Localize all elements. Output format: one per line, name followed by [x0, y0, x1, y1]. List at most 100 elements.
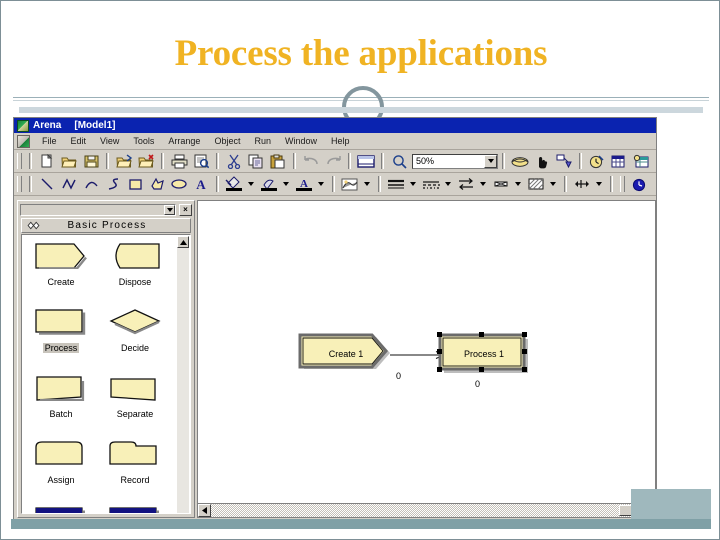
scissors-icon[interactable]: [224, 152, 244, 171]
create-module-shape: [35, 243, 87, 270]
batch-module-shape: [35, 375, 87, 402]
selection-handle[interactable]: [479, 332, 484, 337]
arc-icon[interactable]: [81, 175, 101, 194]
canvas-horizontal-scrollbar[interactable]: [198, 503, 655, 517]
selection-handle[interactable]: [437, 367, 442, 372]
text-align-dropdown[interactable]: [593, 175, 604, 194]
open-folder-icon[interactable]: [59, 152, 79, 171]
line-icon[interactable]: [37, 175, 57, 194]
module-queue[interactable]: Queue: [96, 503, 174, 513]
svg-text:A: A: [196, 177, 206, 191]
menu-item-run[interactable]: Run: [247, 135, 278, 147]
module-panel-scrollbar[interactable]: [177, 236, 189, 513]
scroll-track[interactable]: [177, 248, 189, 513]
line-style-icon[interactable]: [421, 175, 441, 194]
menu-item-arrange[interactable]: Arrange: [161, 135, 207, 147]
animate-connector-icon[interactable]: [554, 152, 574, 171]
arrow-style-icon[interactable]: [456, 175, 476, 194]
module-assign[interactable]: Assign: [22, 437, 100, 505]
reports-icon[interactable]: [631, 152, 651, 171]
text-align-icon[interactable]: [572, 175, 592, 194]
scroll-track[interactable]: [211, 504, 655, 517]
module-decide[interactable]: Decide: [96, 305, 174, 373]
menu-item-help[interactable]: Help: [324, 135, 357, 147]
new-file-icon[interactable]: [37, 152, 57, 171]
chevron-down-icon[interactable]: [164, 204, 175, 215]
box-icon[interactable]: [125, 175, 145, 194]
undo-arrow-icon[interactable]: [301, 152, 321, 171]
module-process[interactable]: Process: [22, 305, 100, 373]
clock-icon[interactable]: [629, 175, 649, 194]
scroll-left-icon[interactable]: [198, 504, 211, 517]
panel-header-basic-process[interactable]: Basic Process: [21, 218, 191, 233]
detach-template-icon[interactable]: [136, 152, 156, 171]
line-ends-icon[interactable]: [491, 175, 511, 194]
line-width-icon[interactable]: [386, 175, 406, 194]
toolbar-grip[interactable]: [620, 176, 625, 192]
menu-item-file[interactable]: File: [35, 135, 64, 147]
close-icon[interactable]: ×: [179, 203, 192, 216]
printer-icon[interactable]: [169, 152, 189, 171]
line-width-dropdown[interactable]: [407, 175, 418, 194]
chevron-down-icon[interactable]: [484, 154, 497, 168]
line-color-icon[interactable]: [259, 175, 279, 194]
text-color-icon[interactable]: A: [294, 175, 314, 194]
scroll-up-icon[interactable]: [177, 236, 189, 248]
module-separate[interactable]: Separate: [96, 371, 174, 439]
arrow-style-dropdown[interactable]: [477, 175, 488, 194]
selection-handle[interactable]: [479, 367, 484, 372]
polygon-icon[interactable]: [147, 175, 167, 194]
curve-icon[interactable]: [103, 175, 123, 194]
fill-color-dropdown[interactable]: [245, 175, 256, 194]
hand-pointer-icon[interactable]: [532, 152, 552, 171]
menu-item-object[interactable]: Object: [207, 135, 247, 147]
toolbar-grip[interactable]: [17, 153, 22, 169]
magnifier-icon: [389, 152, 409, 171]
fill-color-icon[interactable]: [224, 175, 244, 194]
copy-icon[interactable]: [246, 152, 266, 171]
text-color-dropdown[interactable]: [315, 175, 326, 194]
selection-handle[interactable]: [437, 349, 442, 354]
project-bar-combo[interactable]: [20, 203, 176, 216]
line-color-dropdown[interactable]: [280, 175, 291, 194]
model-canvas[interactable]: Create 1 0 Process 1 0: [198, 201, 655, 501]
toolbar-grip[interactable]: [17, 176, 22, 192]
run-clock-icon[interactable]: [587, 152, 607, 171]
paste-icon[interactable]: [268, 152, 288, 171]
menu-item-window[interactable]: Window: [278, 135, 324, 147]
pattern-fill-icon[interactable]: [340, 175, 360, 194]
menu-item-tools[interactable]: Tools: [126, 135, 161, 147]
menu-item-view[interactable]: View: [93, 135, 126, 147]
submodel-icon[interactable]: [510, 152, 530, 171]
text-a-icon[interactable]: A: [191, 175, 211, 194]
open-template-icon[interactable]: [114, 152, 134, 171]
menu-item-edit[interactable]: Edit: [64, 135, 94, 147]
selection-handle[interactable]: [522, 349, 527, 354]
create-counter: 0: [396, 371, 402, 381]
print-preview-icon[interactable]: [191, 152, 211, 171]
ellipse-icon[interactable]: [169, 175, 189, 194]
selection-handle[interactable]: [522, 367, 527, 372]
document-system-icon[interactable]: [17, 134, 30, 148]
save-disk-icon[interactable]: [81, 152, 101, 171]
module-dispose[interactable]: Dispose: [96, 239, 174, 307]
zoom-level-combo[interactable]: 50%: [412, 153, 498, 169]
module-entity[interactable]: Entity: [22, 503, 100, 513]
redo-arrow-icon[interactable]: [323, 152, 343, 171]
standard-toolbar: 50%: [14, 150, 656, 173]
fill-pattern-icon[interactable]: [526, 175, 546, 194]
view-all-icon[interactable]: [356, 152, 376, 171]
fill-pattern-dropdown[interactable]: [547, 175, 558, 194]
line-style-dropdown[interactable]: [442, 175, 453, 194]
module-batch[interactable]: Batch: [22, 371, 100, 439]
selection-handle[interactable]: [437, 332, 442, 337]
module-record[interactable]: Record: [96, 437, 174, 505]
polyline-icon[interactable]: [59, 175, 79, 194]
flow-module-process-1[interactable]: Process 1: [434, 329, 534, 379]
spreadsheet-icon[interactable]: [609, 152, 629, 171]
selection-handle[interactable]: [522, 332, 527, 337]
module-create[interactable]: Create: [22, 239, 100, 307]
flow-module-create-1[interactable]: Create 1: [298, 333, 394, 375]
pattern-fill-dropdown[interactable]: [361, 175, 372, 194]
line-ends-dropdown[interactable]: [512, 175, 523, 194]
